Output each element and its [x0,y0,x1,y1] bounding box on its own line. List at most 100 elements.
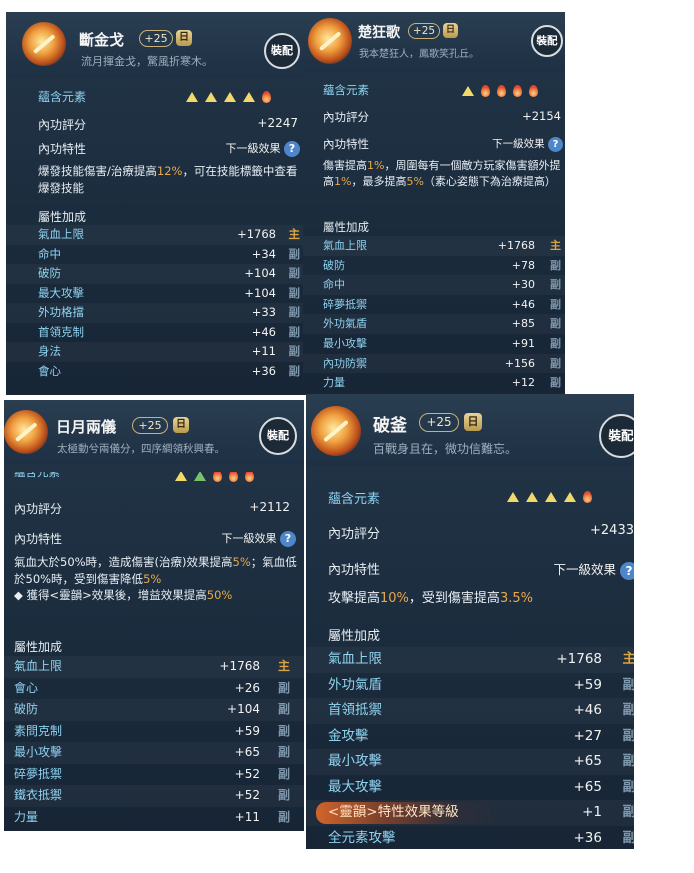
attr-label: 屬性加成 [14,640,63,654]
sub-attr-tag: 副 [288,285,301,300]
element-icons [507,489,599,504]
trait-percent: 5% [406,174,424,188]
stat-value: +1768 [497,239,535,252]
help-icon[interactable]: ? [548,136,563,152]
equip-button[interactable]: 裝配 [599,414,634,458]
fire-icon [513,84,522,97]
attr-label: 屬性加成 [328,629,381,644]
stat-row: 最大攻擊 +65 副 [306,775,634,801]
neigong-card-chukuangge: 楚狂歌 +25 日 我本楚狂人，鳳歌笑孔丘。 裝配 蘊含元素 內功評分 +215… [303,12,565,395]
sub-attr-tag: 副 [550,278,561,292]
sub-attr-tag: 副 [288,324,301,339]
neigong-gem-icon [22,22,66,66]
stat-row: 碎夢抵禦 +46 副 [303,295,565,315]
stat-name: 內功防禦 [323,356,367,370]
stat-value: +1768 [219,659,260,673]
help-icon[interactable]: ? [284,141,300,157]
element-label: 蘊含元素 [328,492,381,507]
stat-value: +104 [244,266,276,280]
fire-icon [245,472,254,482]
equip-button[interactable]: 裝配 [259,417,297,455]
help-icon[interactable]: ? [280,531,296,547]
metal-triangle-icon [186,91,198,102]
stat-value: +59 [573,676,603,693]
stat-value: +26 [234,680,260,695]
score-value: +2433 [590,523,634,538]
stat-name: 最大攻擊 [328,778,382,795]
element-icons [186,89,278,103]
attr-label: 屬性加成 [323,220,369,234]
element-label: 蘊含元素 [323,83,369,97]
stat-name: 身法 [38,344,61,358]
stat-row: 力量 +12 副 [303,373,565,393]
metal-triangle-icon [462,85,474,96]
stat-value: +46 [511,297,535,311]
main-attr-tag: 主 [277,659,290,673]
equip-button[interactable]: 裝配 [531,25,563,57]
trait-text: 爆發技能傷害/治療提高 [38,164,157,178]
score-label: 內功評分 [323,110,369,124]
sub-attr-tag: 副 [550,258,561,272]
stat-row: 命中 +34 副 [6,245,306,265]
stat-value: +104 [227,702,260,716]
trait-percent: 12% [156,164,183,178]
trait-label: 內功特性 [323,137,369,151]
score-label: 內功評分 [328,527,381,542]
trait-label: 內功特性 [14,532,63,546]
trait-label: 內功特性 [328,563,381,578]
sun-symbol-icon: 日 [173,417,189,433]
neigong-name: 日月兩儀 [56,418,117,436]
level-badge: +25 [419,413,459,432]
element-row: 蘊含元素 [6,88,306,108]
metal-triangle-icon [507,491,519,502]
next-level-effect[interactable]: 下一級效果 ? [554,559,634,580]
next-level-label: 下一級效果 [492,138,545,150]
trait-text: 傷害提高 [323,159,367,172]
stat-name: 氣血上限 [14,659,63,673]
neigong-subtitle: 我本楚狂人，鳳歌笑孔丘。 [359,49,479,60]
next-level-effect[interactable]: 下一級效果 ? [221,530,296,547]
stat-name: 最小攻擊 [328,753,382,769]
sub-attr-tag: 副 [288,266,301,280]
stat-row: 金攻擊 +27 副 [306,724,634,750]
neigong-subtitle: 百戰身且在，微功信難忘。 [373,442,518,456]
sub-attr-tag: 副 [550,337,561,350]
trait-text: ，受到傷害提高 [408,591,500,606]
stat-row: 會心 +26 副 [4,678,304,700]
stat-row: 身法 +11 副 [6,342,306,362]
stat-name: 破防 [323,258,345,272]
main-attr-tag: 主 [622,651,635,667]
stat-value: +1768 [556,651,602,667]
sub-attr-tag: 副 [277,745,290,759]
neigong-name: 楚狂歌 [358,25,400,41]
stat-row: 最大攻擊 +104 副 [6,284,306,304]
stat-value: +52 [234,788,260,802]
sub-attr-tag: 副 [550,317,561,331]
sub-attr-tag: 副 [550,356,561,370]
stat-value: +156 [504,356,535,370]
stat-row: 全元素攻擊 +36 副 [306,826,634,850]
metal-triangle-icon [564,491,576,502]
attr-label: 屬性加成 [38,210,87,224]
next-level-effect[interactable]: 下一級效果 ? [492,136,563,152]
equip-button[interactable]: 裝配 [264,33,300,69]
fire-icon [262,90,271,103]
stat-value: +27 [573,727,603,744]
stat-row: 力量 +11 副 [4,807,304,829]
stat-value: +36 [251,363,276,378]
metal-triangle-icon [243,91,255,102]
stat-name: 命中 [323,278,345,292]
stat-name: 外功氣盾 [323,317,367,331]
next-level-effect[interactable]: 下一級效果 ? [226,140,300,157]
sub-attr-tag: 副 [622,778,635,795]
element-icons [462,83,545,97]
metal-triangle-icon [205,91,217,102]
next-level-label: 下一級效果 [221,532,277,545]
stat-name: 首領抵禦 [328,702,382,718]
stat-row: 最小攻擊 +65 副 [4,742,304,764]
stat-name: 素問克制 [14,723,63,738]
stat-row: 鐵衣抵禦 +52 副 [4,785,304,807]
help-icon[interactable]: ? [620,561,634,580]
stat-name: 鐵衣抵禦 [14,788,63,802]
sun-symbol-icon: 日 [443,23,458,38]
